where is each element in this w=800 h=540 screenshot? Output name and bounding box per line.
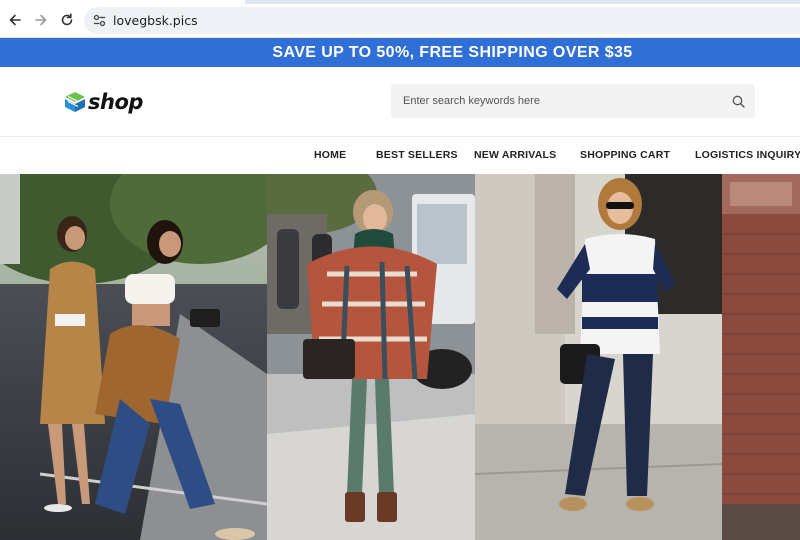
street-style-two-women-photo[interactable] <box>0 174 267 540</box>
hero-carousel[interactable] <box>0 174 800 540</box>
nav-logistics-inquiry[interactable]: LOGISTICS INQUIRY <box>695 149 800 161</box>
logo-cube-icon <box>65 92 85 112</box>
search-icon <box>732 95 745 108</box>
search-input[interactable] <box>391 84 721 118</box>
main-nav: HOME BEST SELLERS NEW ARRIVALS SHOPPING … <box>0 137 800 174</box>
nav-shopping-cart[interactable]: SHOPPING CART <box>580 149 670 161</box>
plaid-poncho-woman-photo[interactable] <box>267 174 475 540</box>
tab-strip <box>0 0 800 4</box>
site-settings-icon[interactable] <box>92 13 107 28</box>
nav-home[interactable]: HOME <box>314 149 346 161</box>
active-tab[interactable] <box>0 0 245 4</box>
nav-new-arrivals[interactable]: NEW ARRIVALS <box>474 149 556 161</box>
url-text[interactable]: lovegbsk.pics <box>113 13 198 28</box>
forward-arrow-icon[interactable] <box>32 11 50 29</box>
search-bar <box>391 84 755 118</box>
striped-top-woman-photo[interactable] <box>475 174 722 540</box>
shop-logo[interactable]: shop <box>63 89 143 115</box>
address-bar[interactable]: lovegbsk.pics <box>84 7 800 34</box>
logo-text: shop <box>88 90 143 114</box>
browser-toolbar: lovegbsk.pics <box>0 0 800 38</box>
reload-icon[interactable] <box>58 11 76 29</box>
search-button[interactable] <box>727 90 749 112</box>
promo-banner: SAVE UP TO 50%, FREE SHIPPING OVER $35 <box>0 38 800 67</box>
promo-text: SAVE UP TO 50%, FREE SHIPPING OVER $35 <box>272 43 633 61</box>
back-arrow-icon[interactable] <box>6 11 24 29</box>
nav-best-sellers[interactable]: BEST SELLERS <box>376 149 458 161</box>
brick-wall-photo[interactable] <box>722 174 800 540</box>
site-header: shop <box>0 67 800 137</box>
